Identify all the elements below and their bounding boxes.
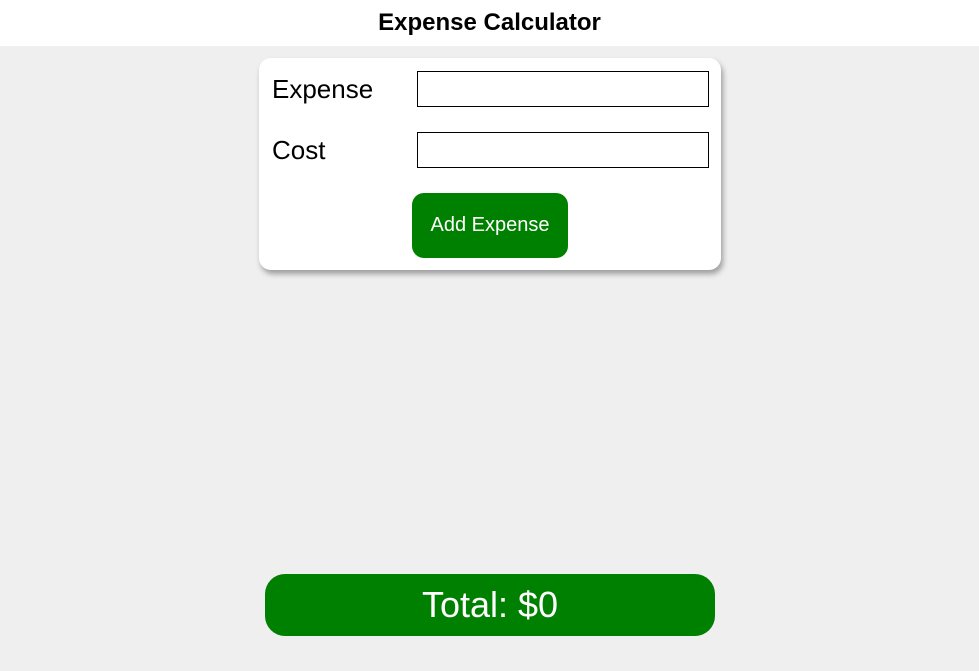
expense-label: Expense <box>272 74 374 104</box>
app-header: Expense Calculator <box>0 0 979 46</box>
expense-input[interactable] <box>417 71 709 107</box>
add-expense-button[interactable]: Add Expense <box>412 193 568 258</box>
cost-input[interactable] <box>417 132 709 168</box>
total-display: Total: $0 <box>265 574 715 636</box>
expense-form-card: Expense Cost Add Expense <box>259 58 721 270</box>
cost-label: Cost <box>272 135 326 165</box>
page-title: Expense Calculator <box>378 9 601 36</box>
